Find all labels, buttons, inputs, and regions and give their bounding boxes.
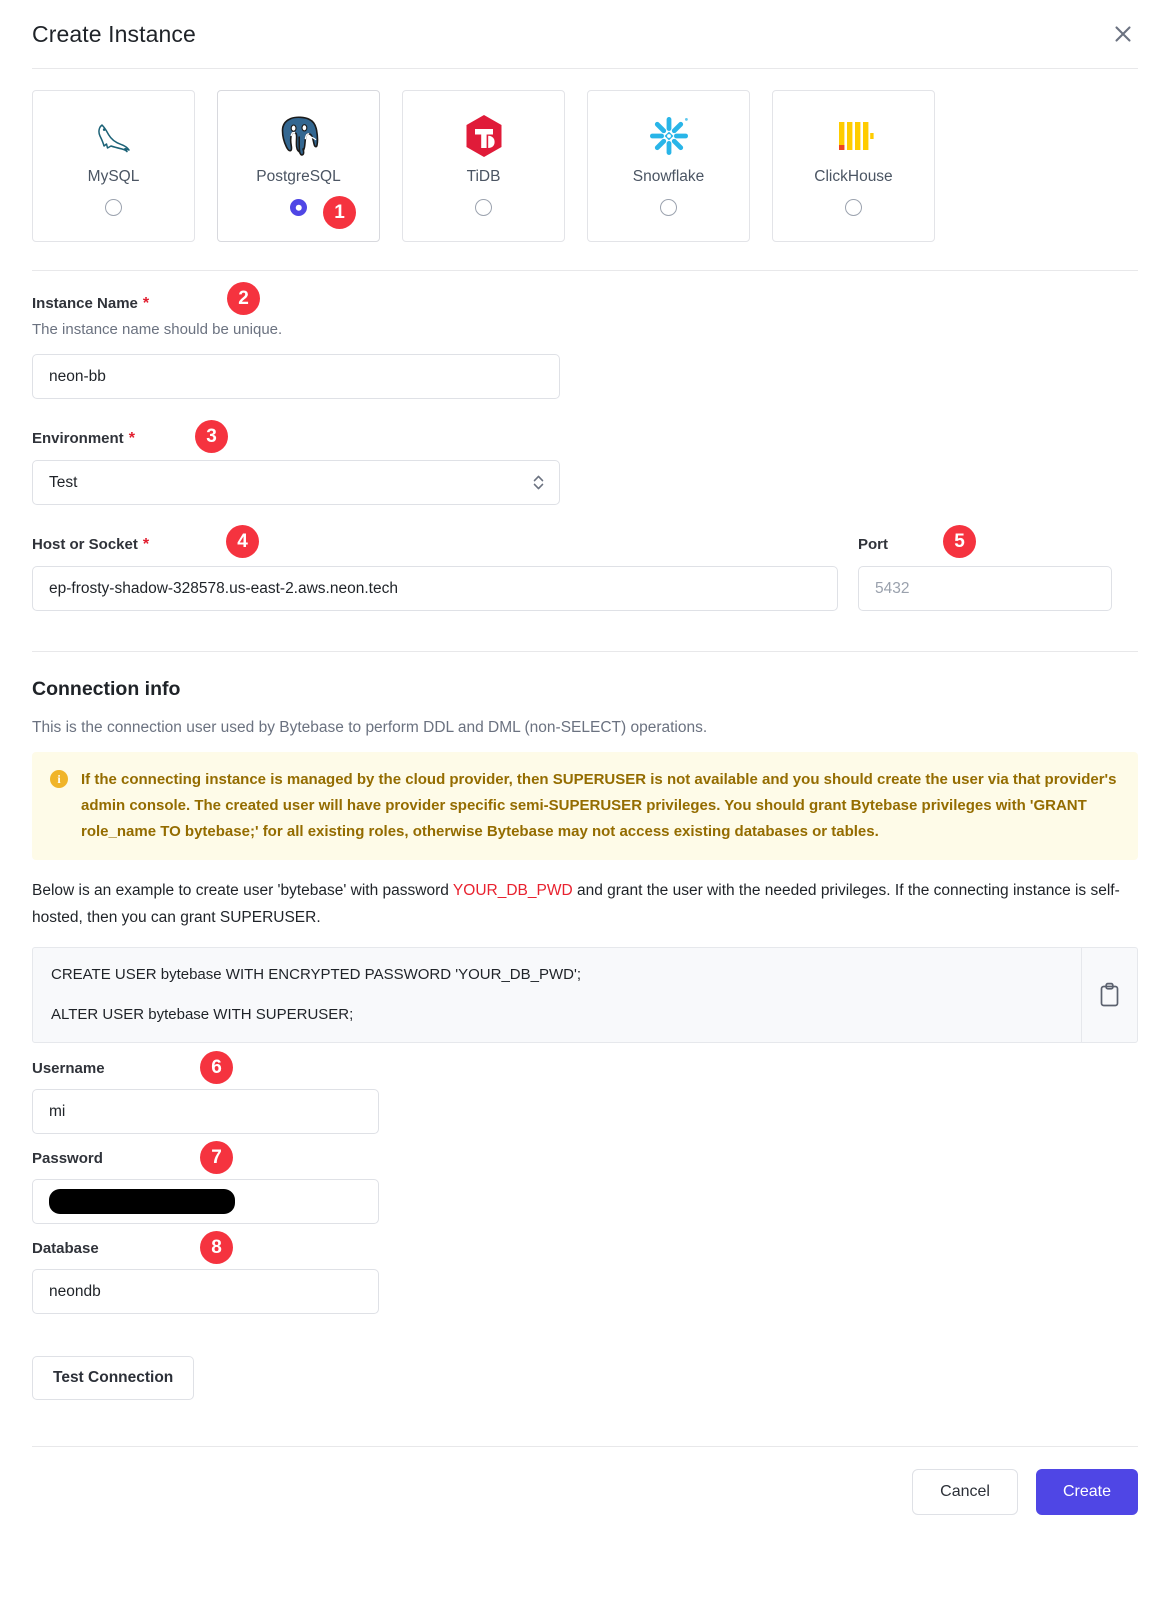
field-environment: Environment * Test 3 bbox=[32, 420, 1138, 505]
superuser-alert-text: If the connecting instance is managed by… bbox=[81, 771, 1117, 840]
engine-radio-wrap bbox=[845, 199, 862, 216]
chevron-updown-icon bbox=[532, 473, 545, 492]
password-label: Password bbox=[32, 1150, 103, 1168]
engine-card-mysql[interactable]: MySQL bbox=[32, 90, 195, 242]
form-divider bbox=[32, 651, 1138, 652]
engine-label: ClickHouse bbox=[814, 168, 893, 185]
step-marker-4: 4 bbox=[226, 525, 259, 558]
instance-name-label: Instance Name * bbox=[32, 295, 1138, 312]
environment-select-value: Test bbox=[49, 473, 78, 491]
snowflake-logo-icon bbox=[646, 113, 692, 159]
clickhouse-logo-icon bbox=[832, 113, 876, 159]
engine-radio-wrap bbox=[290, 199, 307, 216]
superuser-alert: i If the connecting instance is managed … bbox=[32, 752, 1138, 861]
example-description: Below is an example to create user 'byte… bbox=[32, 878, 1138, 931]
step-marker-7: 7 bbox=[200, 1141, 233, 1175]
info-icon: i bbox=[50, 770, 68, 788]
example-highlight: YOUR_DB_PWD bbox=[452, 882, 573, 900]
sql-example-body: CREATE USER bytebase WITH ENCRYPTED PASS… bbox=[33, 948, 1081, 1042]
page-title: Create Instance bbox=[32, 20, 196, 47]
engine-label: MySQL bbox=[87, 168, 140, 185]
engine-card-tidb[interactable]: TiDB bbox=[402, 90, 565, 242]
postgresql-logo-icon bbox=[276, 113, 322, 159]
field-instance-name: Instance Name * The instance name should… bbox=[32, 282, 1138, 399]
connection-info-subtitle: This is the connection user used by Byte… bbox=[32, 719, 708, 736]
test-connection-row: Test Connection bbox=[32, 1356, 1138, 1401]
create-button[interactable]: Create bbox=[1035, 1469, 1138, 1516]
username-input[interactable]: mi bbox=[32, 1089, 379, 1135]
required-asterisk: * bbox=[128, 429, 135, 447]
step-marker-8: 8 bbox=[200, 1231, 233, 1265]
engine-radio-tidb[interactable] bbox=[475, 199, 492, 216]
field-password: Password 7 bbox=[32, 1141, 1138, 1225]
connection-info-section: Connection info This is the connection u… bbox=[0, 678, 1170, 1401]
instance-name-hint: The instance name should be unique. bbox=[32, 321, 283, 338]
engine-label: Snowflake bbox=[632, 168, 705, 185]
step-marker-6: 6 bbox=[200, 1051, 233, 1085]
dialog-footer: Cancel Create bbox=[0, 1447, 1170, 1516]
engine-card-snowflake[interactable]: Snowflake bbox=[587, 90, 750, 242]
password-redaction-bar bbox=[49, 1189, 235, 1215]
sql-line-1: CREATE USER bytebase WITH ENCRYPTED PASS… bbox=[51, 966, 581, 984]
database-label: Database bbox=[32, 1240, 99, 1258]
field-host: Host or Socket * ep-frosty-shadow-328578… bbox=[32, 536, 838, 611]
step-marker-2: 2 bbox=[227, 282, 260, 315]
engine-radio-postgresql[interactable] bbox=[290, 199, 307, 216]
sql-line-2: ALTER USER bytebase WITH SUPERUSER; bbox=[51, 1005, 354, 1023]
database-input[interactable]: neondb bbox=[32, 1269, 379, 1315]
engine-card-postgresql[interactable]: PostgreSQL bbox=[217, 90, 380, 242]
engines-divider bbox=[32, 270, 1138, 271]
host-label: Host or Socket * bbox=[32, 536, 838, 553]
clipboard-copy-icon[interactable] bbox=[1081, 948, 1137, 1043]
mysql-logo-icon bbox=[88, 113, 140, 159]
required-asterisk: * bbox=[142, 294, 150, 312]
tidb-logo-icon bbox=[463, 113, 505, 159]
port-input[interactable]: 5432 bbox=[858, 566, 1112, 611]
field-username: Username mi 6 bbox=[32, 1051, 1138, 1135]
environment-select[interactable]: Test bbox=[32, 460, 560, 505]
instance-form: Instance Name * The instance name should… bbox=[0, 282, 1170, 611]
engine-radio-wrap bbox=[660, 199, 677, 216]
engine-selector: MySQL PostgreSQL TiDB Snowflake ClickHou… bbox=[0, 69, 1170, 242]
instance-name-label-text: Instance Name bbox=[32, 295, 138, 312]
engine-radio-clickhouse[interactable] bbox=[845, 199, 862, 216]
field-host-port-row: Host or Socket * ep-frosty-shadow-328578… bbox=[32, 525, 1138, 611]
engine-radio-wrap bbox=[475, 199, 492, 216]
dialog-header: Create Instance bbox=[0, 0, 1170, 68]
engine-radio-wrap bbox=[105, 199, 122, 216]
sql-blank-line bbox=[51, 986, 1063, 1004]
host-label-text: Host or Socket bbox=[32, 536, 138, 553]
test-connection-button[interactable]: Test Connection bbox=[32, 1356, 195, 1401]
port-label-text: Port bbox=[858, 536, 888, 553]
engine-radio-mysql[interactable] bbox=[105, 199, 122, 216]
cancel-button[interactable]: Cancel bbox=[912, 1469, 1018, 1516]
engine-label: PostgreSQL bbox=[256, 168, 341, 185]
step-marker-1: 1 bbox=[323, 196, 356, 229]
instance-name-input[interactable]: neon-bb bbox=[32, 354, 560, 399]
port-label: Port bbox=[858, 536, 1112, 553]
host-input[interactable]: ep-frosty-shadow-328578.us-east-2.aws.ne… bbox=[32, 566, 838, 611]
example-text-before: Below is an example to create user 'byte… bbox=[32, 882, 453, 900]
engine-card-clickhouse[interactable]: ClickHouse bbox=[772, 90, 935, 242]
password-input[interactable] bbox=[32, 1179, 379, 1225]
step-marker-3: 3 bbox=[195, 420, 228, 453]
field-port: Port 5432 bbox=[858, 536, 1112, 611]
connection-info-title: Connection info bbox=[32, 678, 181, 700]
sql-example-block: CREATE USER bytebase WITH ENCRYPTED PASS… bbox=[32, 947, 1138, 1044]
engine-radio-snowflake[interactable] bbox=[660, 199, 677, 216]
field-database: Database neondb 8 bbox=[32, 1231, 1138, 1315]
environment-label-text: Environment bbox=[32, 430, 124, 447]
close-icon[interactable] bbox=[1108, 19, 1138, 49]
step-marker-5: 5 bbox=[943, 525, 976, 558]
username-label: Username bbox=[32, 1060, 105, 1078]
engine-label: TiDB bbox=[466, 168, 501, 185]
required-asterisk: * bbox=[142, 535, 150, 553]
